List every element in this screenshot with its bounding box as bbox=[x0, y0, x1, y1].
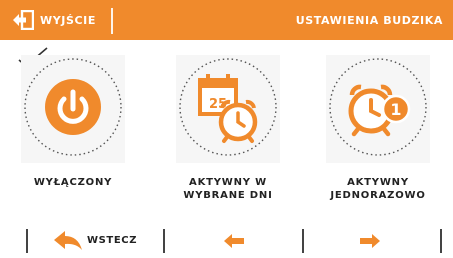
screen-title: USTAWIENIA BUDZIKA bbox=[295, 14, 443, 27]
alarm-clock-one-icon: 1 bbox=[329, 58, 427, 156]
option-tile: 1 bbox=[326, 55, 430, 163]
back-button[interactable]: WSTECZ bbox=[30, 224, 160, 258]
option-label: WYŁĄCZONY bbox=[7, 176, 139, 189]
nav-divider bbox=[440, 229, 442, 253]
calendar-alarm-icon: 25 bbox=[179, 58, 277, 156]
back-label: WSTECZ bbox=[87, 235, 138, 246]
exit-door-icon bbox=[13, 10, 34, 30]
option-label-line: WYŁĄCZONY bbox=[33, 177, 113, 188]
header-divider bbox=[111, 8, 113, 34]
option-label-line: AKTYWNY W bbox=[189, 177, 267, 188]
option-off[interactable]: WYŁĄCZONY bbox=[17, 55, 143, 215]
bottom-nav: WSTECZ bbox=[0, 224, 453, 258]
option-once[interactable]: 1 AKTYWNY JEDNORAZOWO bbox=[322, 55, 448, 215]
nav-divider bbox=[302, 229, 304, 253]
nav-divider bbox=[163, 229, 165, 253]
top-bar: WYJŚCIE USTAWIENIA BUDZIKA bbox=[0, 0, 453, 40]
arrow-right-icon bbox=[360, 234, 380, 248]
exit-label: WYJŚCIE bbox=[40, 14, 96, 27]
back-arrow-icon bbox=[54, 231, 82, 250]
once-badge: 1 bbox=[390, 100, 401, 119]
exit-button[interactable]: WYJŚCIE bbox=[0, 0, 112, 40]
option-tile: 25 bbox=[176, 55, 280, 163]
option-label-line: WYBRANE DNI bbox=[183, 190, 273, 201]
next-button[interactable] bbox=[308, 224, 438, 258]
nav-divider bbox=[26, 229, 28, 253]
option-tile bbox=[21, 55, 125, 163]
arrow-left-icon bbox=[224, 234, 244, 248]
option-label: AKTYWNY W WYBRANE DNI bbox=[162, 176, 294, 202]
option-label: AKTYWNY JEDNORAZOWO bbox=[312, 176, 444, 202]
option-selected-days[interactable]: 25 AKTYWNY W WYBRANE DNI bbox=[172, 55, 298, 215]
option-label-line: JEDNORAZOWO bbox=[330, 190, 426, 201]
option-label-line: AKTYWNY bbox=[347, 177, 409, 188]
power-icon bbox=[24, 58, 122, 156]
previous-button[interactable] bbox=[170, 224, 300, 258]
